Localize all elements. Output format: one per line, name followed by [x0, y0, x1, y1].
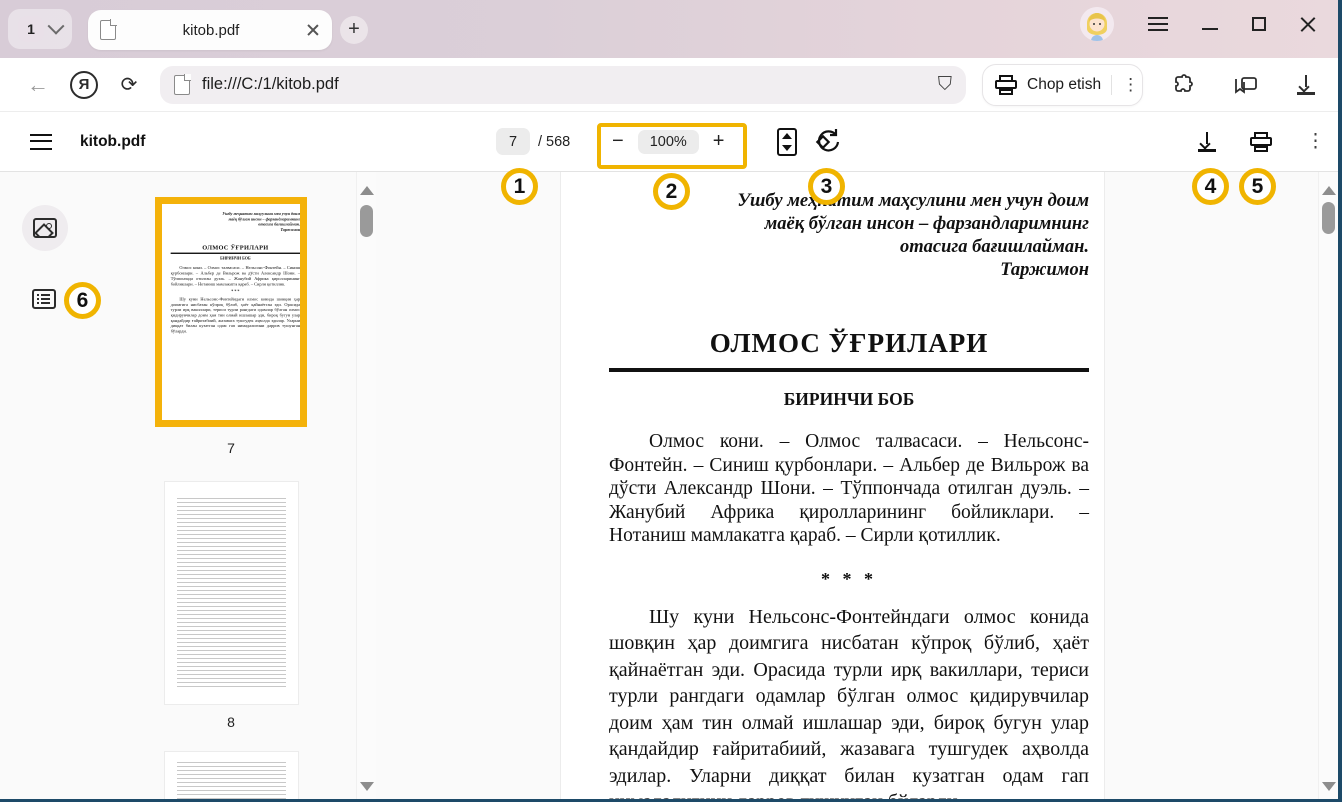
thumbnail-page-7-selected[interactable]: Ушбу меҳнатим маҳсулини мен учун доим ма… — [155, 197, 307, 427]
url-text[interactable]: file:///C:/1/kitob.pdf — [202, 75, 938, 94]
scrollbar-thumb[interactable] — [360, 205, 373, 237]
window-controls — [1080, 0, 1338, 48]
annotation-circle-6: 6 — [64, 282, 101, 319]
scroll-up-icon[interactable] — [1322, 186, 1336, 195]
dedication-line: отасига бағишлайман. — [609, 236, 1089, 259]
address-bar: ← Я ⟳ file:///C:/1/kitob.pdf ⛉ Chop etis… — [0, 58, 1338, 112]
page-total: / 568 — [538, 134, 570, 150]
scroll-up-icon[interactable] — [360, 186, 374, 195]
downloads-icon[interactable] — [1297, 75, 1315, 95]
extensions-puzzle-icon[interactable] — [1171, 73, 1195, 97]
print-chop-etish-button[interactable]: Chop etish ⋮ — [982, 64, 1143, 106]
document-icon — [100, 20, 116, 40]
tab-group-selector[interactable]: 1 — [8, 9, 72, 49]
annotation-circle-5: 5 — [1239, 168, 1276, 205]
fit-to-page-icon[interactable] — [777, 128, 797, 156]
browser-menu-icon[interactable] — [1148, 17, 1168, 31]
outline-view-button[interactable] — [32, 289, 56, 309]
back-icon[interactable]: ← — [20, 72, 56, 98]
maximize-button[interactable] — [1252, 17, 1266, 31]
reload-icon[interactable]: ⟳ — [112, 72, 146, 97]
body-paragraph: Шу куни Нельсонс-Фонтейндаги олмос конид… — [609, 604, 1089, 800]
page-number-input[interactable] — [496, 128, 530, 155]
thumbnail-8-label: 8 — [155, 714, 307, 730]
pdf-download-icon[interactable] — [1198, 132, 1216, 152]
pdf-page-viewport[interactable]: Ушбу меҳнатим маҳсулини мен учун доим ма… — [377, 172, 1318, 799]
chapter-summary: Олмос кони. – Олмос талвасаси. – Нельсон… — [609, 430, 1089, 548]
tab-kitob-pdf[interactable]: kitob.pdf — [88, 10, 332, 50]
thumbnail-scrollbar[interactable] — [356, 172, 376, 799]
page-file-icon — [174, 75, 190, 95]
annotation-circle-1: 1 — [501, 168, 538, 205]
thumbnail-page-8[interactable] — [165, 482, 298, 704]
main-scrollbar[interactable] — [1318, 172, 1338, 799]
yandex-logo-icon[interactable]: Я — [70, 71, 98, 99]
book-title: ОЛМОС ЎҒРИЛАРИ — [609, 328, 1089, 359]
bookmark-icon[interactable]: ⛉ — [938, 74, 952, 96]
close-window-button[interactable] — [1300, 16, 1316, 32]
annotation-circle-4: 4 — [1192, 168, 1229, 205]
thumbnail-page-9[interactable] — [165, 752, 298, 802]
tab-group-badge[interactable]: 1 — [18, 16, 44, 42]
rotate-page-icon[interactable] — [814, 126, 842, 154]
page-navigation: / 568 — [496, 128, 570, 155]
pdf-title: kitob.pdf — [80, 133, 145, 151]
dedication-line: маёқ бўлган инсон – фарзандларимнинг — [609, 213, 1089, 236]
profile-avatar[interactable] — [1080, 7, 1114, 41]
collections-icon[interactable] — [1233, 73, 1259, 97]
thumbnail-7-label: 7 — [155, 440, 307, 456]
print-button-label: Chop etish — [1027, 76, 1101, 94]
print-options-kebab-icon[interactable]: ⋮ — [1122, 82, 1130, 88]
thumbnail-7-content: Ушбу меҳнатим маҳсулини мен учун доим ма… — [162, 204, 305, 424]
url-field[interactable]: file:///C:/1/kitob.pdf ⛉ — [160, 66, 966, 104]
thumbnails-icon — [33, 218, 57, 238]
pdf-page-7: Ушбу меҳнатим маҳсулини мен учун доим ма… — [560, 172, 1105, 799]
chevron-down-icon — [48, 18, 65, 35]
annotation-circle-2: 2 — [653, 173, 690, 210]
outline-list-icon — [32, 289, 56, 309]
pdf-side-rail — [0, 172, 92, 799]
scroll-down-icon[interactable] — [1322, 782, 1336, 791]
thumbnail-panel: Ушбу меҳнатим маҳсулини мен учун доим ма… — [92, 172, 356, 799]
browser-window: 1 kitob.pdf + ← Я ⟳ fi — [0, 0, 1342, 802]
scroll-down-icon[interactable] — [360, 782, 374, 791]
pdf-more-kebab-icon[interactable]: ⋮ — [1306, 139, 1314, 145]
new-tab-button[interactable]: + — [340, 16, 368, 44]
thumbnails-view-button[interactable] — [22, 205, 68, 251]
dedication-signature: Таржимон — [609, 259, 1089, 282]
tab-close-icon[interactable] — [306, 23, 320, 37]
pdf-menu-icon[interactable] — [30, 134, 52, 150]
printer-icon — [995, 75, 1017, 95]
divider — [1111, 75, 1112, 95]
pdf-print-icon[interactable] — [1250, 132, 1272, 152]
pdf-content-area: Ушбу меҳнатим маҳсулини мен учун доим ма… — [0, 172, 1338, 799]
section-separator: * * * — [609, 569, 1089, 590]
scrollbar-thumb[interactable] — [1322, 202, 1335, 234]
chapter-heading: БИРИНЧИ БОБ — [609, 389, 1089, 410]
annotation-circle-3: 3 — [808, 168, 845, 205]
annotation-highlight-zoom-controls — [597, 123, 747, 169]
minimize-button[interactable] — [1202, 28, 1218, 30]
title-rule — [609, 367, 1089, 372]
tab-title: kitob.pdf — [116, 22, 306, 39]
